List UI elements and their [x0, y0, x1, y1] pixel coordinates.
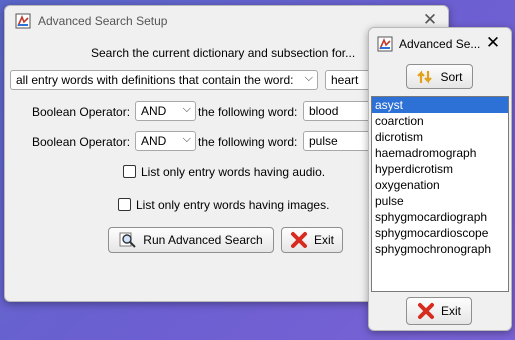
results-window: Advanced Se... ✕ Sort asyst coarction dicr… [368, 27, 512, 331]
close-icon[interactable]: ✕ [483, 33, 503, 53]
list-item[interactable]: coarction [372, 113, 508, 129]
red-x-icon [290, 232, 307, 248]
chevron-down-icon: ⌵ [182, 133, 191, 145]
chevron-down-icon: ⌵ [304, 72, 313, 84]
boolean-operator-label-1: Boolean Operator: [32, 105, 131, 119]
exit-button[interactable]: Exit [281, 227, 343, 253]
operator-select-1[interactable]: AND ⌵ [135, 101, 196, 121]
sort-arrows-icon [417, 69, 433, 84]
list-item[interactable]: oxygenation [372, 177, 508, 193]
results-title-bar: Advanced Se... ✕ [369, 28, 511, 58]
operator-select-2[interactable]: AND ⌵ [135, 131, 196, 151]
list-item[interactable]: dicrotism [372, 129, 508, 145]
results-window-title: Advanced Se... [399, 37, 481, 51]
audio-checkbox-label[interactable]: List only entry words having audio. [141, 165, 325, 179]
images-checkbox-label[interactable]: List only entry words having images. [136, 198, 329, 212]
list-item[interactable]: sphygmochronograph [372, 241, 508, 257]
red-x-icon [417, 303, 434, 319]
scope-select-value: all entry words with definitions that co… [16, 73, 294, 87]
following-word-label-1: the following word: [198, 105, 298, 119]
scope-select[interactable]: all entry words with definitions that co… [10, 70, 318, 90]
results-exit-button[interactable]: Exit [406, 297, 472, 325]
results-list[interactable]: asyst coarction dicrotism haemadromograph hy… [371, 96, 509, 292]
run-advanced-search-button[interactable]: Run Advanced Search [108, 227, 274, 253]
app-icon [15, 13, 31, 29]
window-title: Advanced Search Setup [38, 14, 168, 28]
magnifier-icon [119, 232, 136, 248]
list-item[interactable]: hyperdicrotism [372, 161, 508, 177]
audio-checkbox[interactable] [123, 165, 136, 178]
sort-button[interactable]: Sort [406, 64, 473, 89]
list-item[interactable]: sphygmocardiograph [372, 209, 508, 225]
list-item[interactable]: sphygmocardioscope [372, 225, 508, 241]
following-word-label-2: the following word: [198, 135, 298, 149]
list-item[interactable]: asyst [372, 97, 508, 113]
boolean-operator-label-2: Boolean Operator: [32, 135, 131, 149]
images-checkbox[interactable] [118, 198, 131, 211]
chevron-down-icon: ⌵ [182, 103, 191, 115]
app-icon [377, 36, 393, 52]
list-item[interactable]: pulse [372, 193, 508, 209]
list-item[interactable]: haemadromograph [372, 145, 508, 161]
search-prompt: Search the current dictionary and subsec… [91, 46, 356, 60]
